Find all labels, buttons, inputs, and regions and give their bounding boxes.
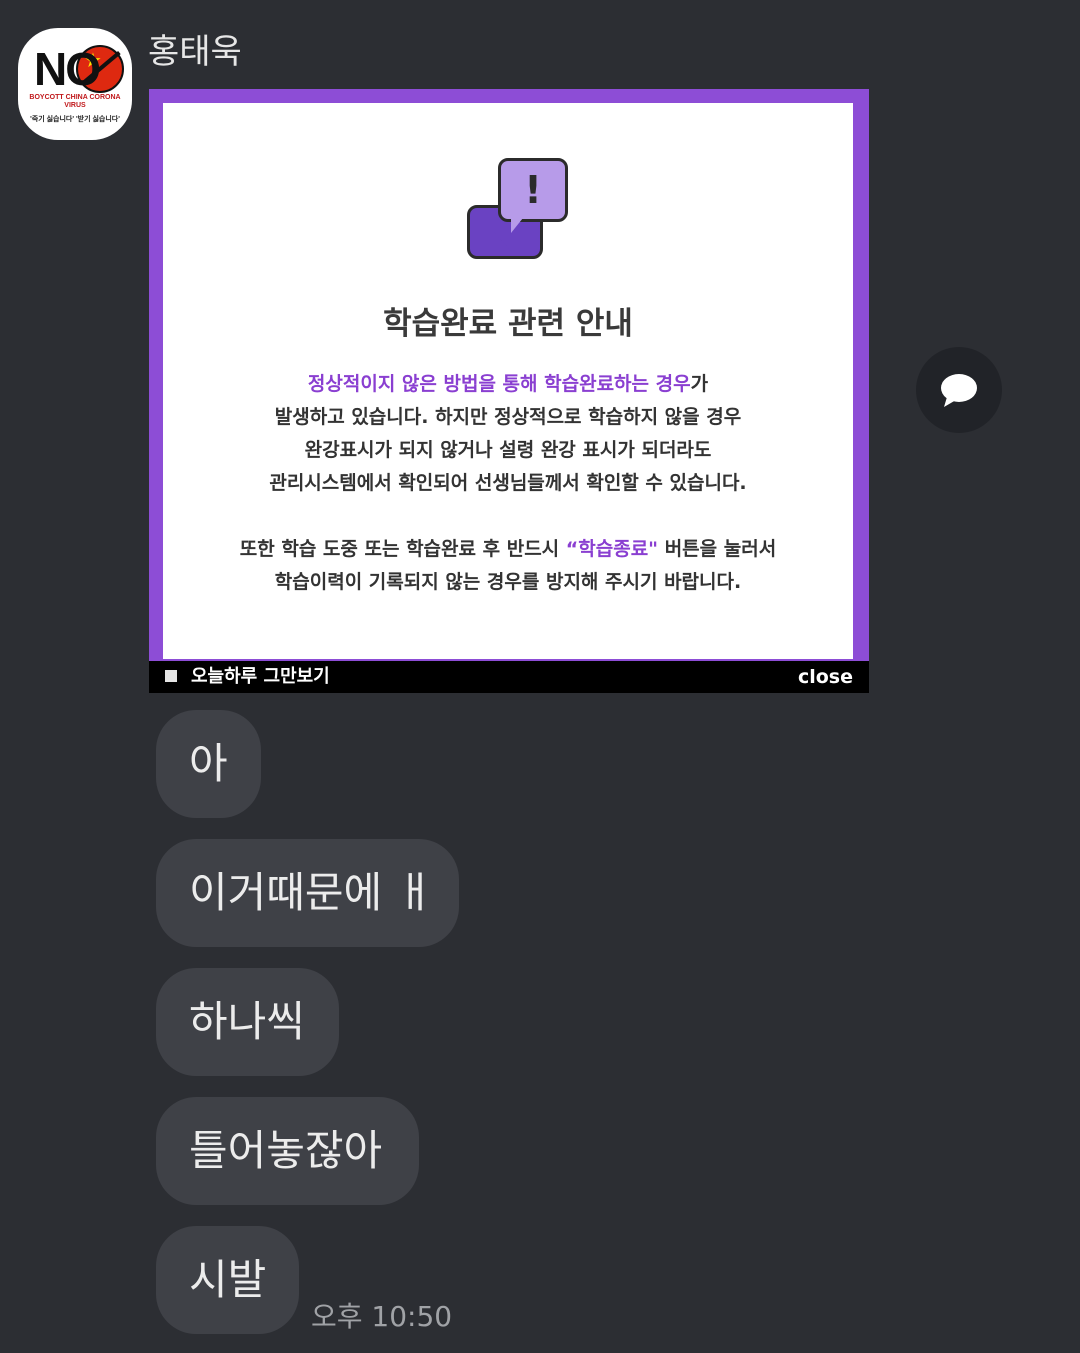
icon-tail <box>493 231 513 253</box>
notice-text: 가 <box>690 373 709 395</box>
message-timestamp: 오후 10:50 <box>311 1300 453 1333</box>
message-bubble[interactable]: 이거때문에 ㅐ <box>156 839 459 947</box>
message-bubble[interactable]: 시발 <box>156 1226 299 1334</box>
chat-bubble-icon <box>941 374 977 407</box>
notice-highlight: 정상적이지 않은 방법을 통해 학습완료하는 경우 <box>307 373 691 395</box>
notice-paragraph-2: 또한 학습 도중 또는 학습완료 후 반드시 “학습종료" 버튼을 눌러서 학습… <box>163 533 853 599</box>
notice-highlight: “학습종료" <box>565 538 659 560</box>
avatar[interactable]: ★ NO BOYCOTT CHINA CORONA VIRUS '죽기 싫습니다… <box>18 28 132 140</box>
icon-tail <box>511 213 527 233</box>
message-bubble[interactable]: 틀어놓잖아 <box>156 1097 419 1205</box>
close-button[interactable]: close <box>798 665 853 689</box>
notice-text: 또한 학습 도중 또는 학습완료 후 반드시 <box>239 538 566 560</box>
message-bubble[interactable]: 아 <box>156 710 261 818</box>
notice-panel: ! 학습완료 관련 안내 정상적이지 않은 방법을 통해 학습완료하는 경우가 … <box>163 103 853 659</box>
avatar-no-text: NO <box>34 43 101 95</box>
dont-show-today-label[interactable]: 오늘하루 그만보기 <box>191 665 330 689</box>
share-button[interactable] <box>916 347 1002 433</box>
notice-text: 관리시스템에서 확인되어 선생님들께서 확인할 수 있습니다. <box>269 472 747 494</box>
image-message[interactable]: ! 학습완료 관련 안내 정상적이지 않은 방법을 통해 학습완료하는 경우가 … <box>149 89 869 693</box>
notice-text: 버튼을 눌러서 <box>658 538 777 560</box>
avatar-caption-red: BOYCOTT CHINA CORONA VIRUS <box>29 94 121 109</box>
notice-paragraph-1: 정상적이지 않은 방법을 통해 학습완료하는 경우가 발생하고 있습니다. 하지… <box>163 368 853 500</box>
popup-footer-bar: 오늘하루 그만보기 close <box>149 661 869 693</box>
notice-text: 발생하고 있습니다. 하지만 정상적으로 학습하지 않을 경우 <box>274 406 742 428</box>
notice-text: 완강표시가 되지 않거나 설령 완강 표시가 되더라도 <box>304 439 712 461</box>
sender-name: 홍태욱 <box>148 32 242 72</box>
exclamation-icon: ! <box>498 158 568 222</box>
notice-title: 학습완료 관련 안내 <box>383 306 633 342</box>
avatar-caption-black: '죽기 싫습니다' '받기 싫습니다' <box>30 116 120 123</box>
message-bubble[interactable]: 하나씩 <box>156 968 339 1076</box>
notice-text: 학습이력이 기록되지 않는 경우를 방지해 주시기 바랍니다. <box>274 571 742 593</box>
dont-show-today-checkbox[interactable] <box>165 670 177 682</box>
